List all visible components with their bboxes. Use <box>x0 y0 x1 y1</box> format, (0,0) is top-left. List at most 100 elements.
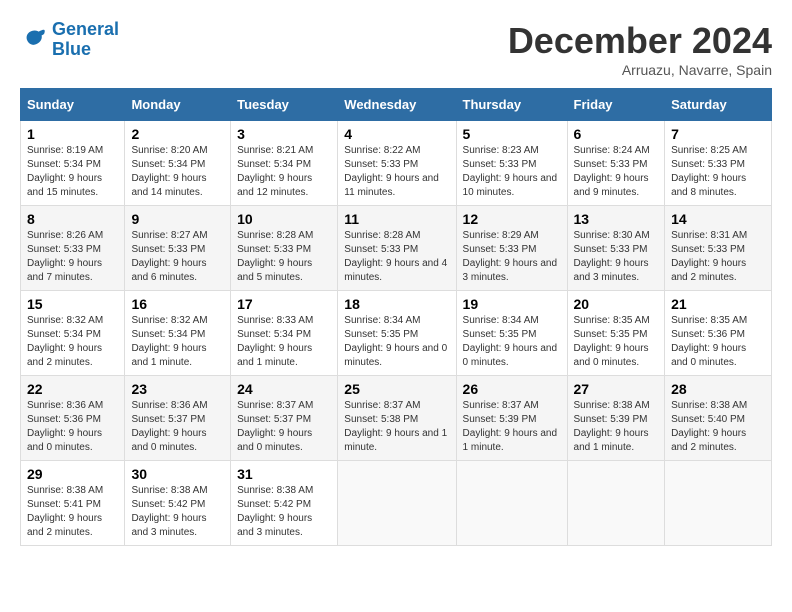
calendar-cell: 16 Sunrise: 8:32 AM Sunset: 5:34 PM Dayl… <box>125 291 231 376</box>
calendar-cell: 24 Sunrise: 8:37 AM Sunset: 5:37 PM Dayl… <box>231 376 338 461</box>
day-number: 18 <box>344 296 449 312</box>
day-info: Sunrise: 8:33 AM Sunset: 5:34 PM Dayligh… <box>237 314 331 370</box>
day-number: 5 <box>463 126 561 142</box>
calendar-cell: 6 Sunrise: 8:24 AM Sunset: 5:33 PM Dayli… <box>567 121 665 206</box>
day-info: Sunrise: 8:37 AM Sunset: 5:39 PM Dayligh… <box>463 399 561 455</box>
day-info: Sunrise: 8:20 AM Sunset: 5:34 PM Dayligh… <box>131 144 224 200</box>
calendar-cell: 23 Sunrise: 8:36 AM Sunset: 5:37 PM Dayl… <box>125 376 231 461</box>
day-number: 29 <box>27 466 118 482</box>
day-number: 3 <box>237 126 331 142</box>
day-info: Sunrise: 8:38 AM Sunset: 5:42 PM Dayligh… <box>237 484 331 540</box>
day-number: 6 <box>574 126 659 142</box>
calendar-cell <box>567 461 665 546</box>
calendar-cell: 29 Sunrise: 8:38 AM Sunset: 5:41 PM Dayl… <box>21 461 125 546</box>
day-info: Sunrise: 8:36 AM Sunset: 5:37 PM Dayligh… <box>131 399 224 455</box>
calendar-cell: 5 Sunrise: 8:23 AM Sunset: 5:33 PM Dayli… <box>456 121 567 206</box>
day-info: Sunrise: 8:35 AM Sunset: 5:35 PM Dayligh… <box>574 314 659 370</box>
location-subtitle: Arruazu, Navarre, Spain <box>508 62 772 78</box>
day-info: Sunrise: 8:37 AM Sunset: 5:37 PM Dayligh… <box>237 399 331 455</box>
calendar-cell <box>665 461 772 546</box>
col-friday: Friday <box>567 89 665 121</box>
day-info: Sunrise: 8:34 AM Sunset: 5:35 PM Dayligh… <box>344 314 449 370</box>
day-number: 30 <box>131 466 224 482</box>
day-number: 9 <box>131 211 224 227</box>
day-info: Sunrise: 8:30 AM Sunset: 5:33 PM Dayligh… <box>574 229 659 285</box>
calendar-table: Sunday Monday Tuesday Wednesday Thursday… <box>20 88 772 546</box>
calendar-cell: 12 Sunrise: 8:29 AM Sunset: 5:33 PM Dayl… <box>456 206 567 291</box>
day-number: 21 <box>671 296 765 312</box>
calendar-cell: 4 Sunrise: 8:22 AM Sunset: 5:33 PM Dayli… <box>338 121 456 206</box>
day-number: 12 <box>463 211 561 227</box>
calendar-cell: 17 Sunrise: 8:33 AM Sunset: 5:34 PM Dayl… <box>231 291 338 376</box>
calendar-cell: 31 Sunrise: 8:38 AM Sunset: 5:42 PM Dayl… <box>231 461 338 546</box>
day-number: 31 <box>237 466 331 482</box>
day-info: Sunrise: 8:35 AM Sunset: 5:36 PM Dayligh… <box>671 314 765 370</box>
calendar-cell: 9 Sunrise: 8:27 AM Sunset: 5:33 PM Dayli… <box>125 206 231 291</box>
day-info: Sunrise: 8:38 AM Sunset: 5:40 PM Dayligh… <box>671 399 765 455</box>
day-info: Sunrise: 8:38 AM Sunset: 5:42 PM Dayligh… <box>131 484 224 540</box>
day-number: 28 <box>671 381 765 397</box>
day-number: 25 <box>344 381 449 397</box>
day-info: Sunrise: 8:38 AM Sunset: 5:39 PM Dayligh… <box>574 399 659 455</box>
calendar-cell: 15 Sunrise: 8:32 AM Sunset: 5:34 PM Dayl… <box>21 291 125 376</box>
day-info: Sunrise: 8:28 AM Sunset: 5:33 PM Dayligh… <box>237 229 331 285</box>
page-header: General Blue December 2024 Arruazu, Nava… <box>20 20 772 78</box>
calendar-cell: 13 Sunrise: 8:30 AM Sunset: 5:33 PM Dayl… <box>567 206 665 291</box>
day-number: 26 <box>463 381 561 397</box>
day-info: Sunrise: 8:32 AM Sunset: 5:34 PM Dayligh… <box>27 314 118 370</box>
day-info: Sunrise: 8:37 AM Sunset: 5:38 PM Dayligh… <box>344 399 449 455</box>
day-number: 1 <box>27 126 118 142</box>
day-number: 4 <box>344 126 449 142</box>
day-info: Sunrise: 8:28 AM Sunset: 5:33 PM Dayligh… <box>344 229 449 285</box>
calendar-cell: 18 Sunrise: 8:34 AM Sunset: 5:35 PM Dayl… <box>338 291 456 376</box>
calendar-cell <box>338 461 456 546</box>
day-number: 22 <box>27 381 118 397</box>
calendar-cell: 11 Sunrise: 8:28 AM Sunset: 5:33 PM Dayl… <box>338 206 456 291</box>
month-title: December 2024 <box>508 20 772 62</box>
day-number: 7 <box>671 126 765 142</box>
logo-icon <box>20 26 48 54</box>
day-number: 14 <box>671 211 765 227</box>
logo-text: General Blue <box>52 20 119 60</box>
day-info: Sunrise: 8:22 AM Sunset: 5:33 PM Dayligh… <box>344 144 449 200</box>
day-number: 15 <box>27 296 118 312</box>
calendar-cell: 22 Sunrise: 8:36 AM Sunset: 5:36 PM Dayl… <box>21 376 125 461</box>
col-sunday: Sunday <box>21 89 125 121</box>
title-block: December 2024 Arruazu, Navarre, Spain <box>508 20 772 78</box>
calendar-cell: 26 Sunrise: 8:37 AM Sunset: 5:39 PM Dayl… <box>456 376 567 461</box>
day-info: Sunrise: 8:21 AM Sunset: 5:34 PM Dayligh… <box>237 144 331 200</box>
day-info: Sunrise: 8:36 AM Sunset: 5:36 PM Dayligh… <box>27 399 118 455</box>
day-number: 19 <box>463 296 561 312</box>
day-info: Sunrise: 8:29 AM Sunset: 5:33 PM Dayligh… <box>463 229 561 285</box>
day-number: 2 <box>131 126 224 142</box>
day-info: Sunrise: 8:23 AM Sunset: 5:33 PM Dayligh… <box>463 144 561 200</box>
col-monday: Monday <box>125 89 231 121</box>
day-number: 16 <box>131 296 224 312</box>
calendar-row: 29 Sunrise: 8:38 AM Sunset: 5:41 PM Dayl… <box>21 461 772 546</box>
col-tuesday: Tuesday <box>231 89 338 121</box>
calendar-cell: 30 Sunrise: 8:38 AM Sunset: 5:42 PM Dayl… <box>125 461 231 546</box>
calendar-cell: 10 Sunrise: 8:28 AM Sunset: 5:33 PM Dayl… <box>231 206 338 291</box>
day-info: Sunrise: 8:34 AM Sunset: 5:35 PM Dayligh… <box>463 314 561 370</box>
calendar-cell: 1 Sunrise: 8:19 AM Sunset: 5:34 PM Dayli… <box>21 121 125 206</box>
calendar-cell: 2 Sunrise: 8:20 AM Sunset: 5:34 PM Dayli… <box>125 121 231 206</box>
calendar-row: 1 Sunrise: 8:19 AM Sunset: 5:34 PM Dayli… <box>21 121 772 206</box>
day-info: Sunrise: 8:31 AM Sunset: 5:33 PM Dayligh… <box>671 229 765 285</box>
calendar-row: 8 Sunrise: 8:26 AM Sunset: 5:33 PM Dayli… <box>21 206 772 291</box>
logo: General Blue <box>20 20 119 60</box>
day-info: Sunrise: 8:25 AM Sunset: 5:33 PM Dayligh… <box>671 144 765 200</box>
day-number: 11 <box>344 211 449 227</box>
day-number: 27 <box>574 381 659 397</box>
calendar-cell: 28 Sunrise: 8:38 AM Sunset: 5:40 PM Dayl… <box>665 376 772 461</box>
day-number: 23 <box>131 381 224 397</box>
col-wednesday: Wednesday <box>338 89 456 121</box>
day-info: Sunrise: 8:19 AM Sunset: 5:34 PM Dayligh… <box>27 144 118 200</box>
calendar-cell: 8 Sunrise: 8:26 AM Sunset: 5:33 PM Dayli… <box>21 206 125 291</box>
day-info: Sunrise: 8:32 AM Sunset: 5:34 PM Dayligh… <box>131 314 224 370</box>
day-number: 17 <box>237 296 331 312</box>
day-info: Sunrise: 8:24 AM Sunset: 5:33 PM Dayligh… <box>574 144 659 200</box>
logo-line2: Blue <box>52 39 91 59</box>
calendar-cell: 7 Sunrise: 8:25 AM Sunset: 5:33 PM Dayli… <box>665 121 772 206</box>
calendar-cell <box>456 461 567 546</box>
calendar-row: 22 Sunrise: 8:36 AM Sunset: 5:36 PM Dayl… <box>21 376 772 461</box>
